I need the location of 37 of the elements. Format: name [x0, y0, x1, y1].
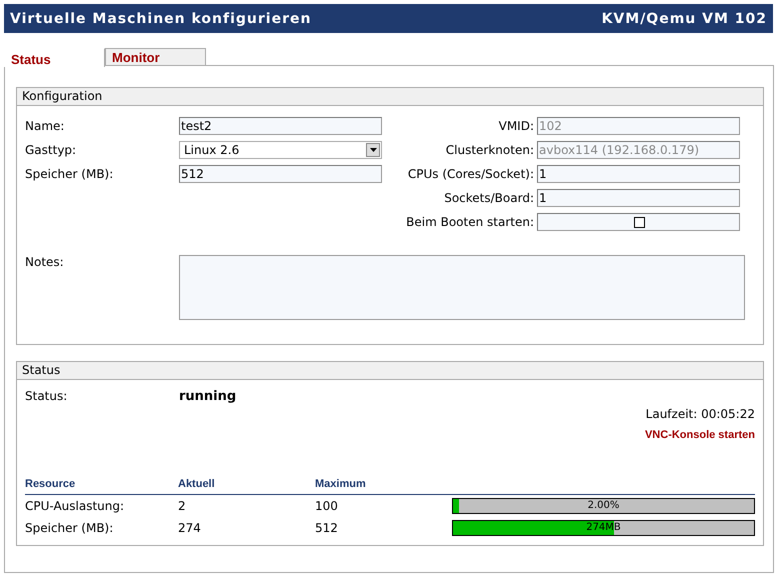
field-label: Sockets/Board: — [443, 191, 535, 205]
input-field[interactable]: 512 — [179, 165, 382, 183]
field-label: Beim Booten starten: — [405, 215, 535, 229]
window-title: Virtuelle Maschinen konfigurieren — [10, 10, 312, 26]
select-field[interactable]: Linux 2.6 — [179, 141, 382, 159]
table-cell: 100 — [315, 494, 452, 517]
vnc-link[interactable]: VNC-Konsole starten — [644, 429, 755, 441]
notes-field[interactable] — [179, 255, 745, 320]
input-field[interactable]: 1 — [537, 189, 740, 207]
dropdown-arrow-icon — [370, 148, 376, 152]
panel-header: Konfiguration — [17, 88, 763, 106]
bar-label: 2.00% — [588, 499, 620, 513]
uptime-text: Laufzeit: 00:05:22 — [646, 407, 755, 421]
status-value: running — [179, 389, 236, 404]
field-label: Speicher (MB): — [25, 167, 114, 181]
checkbox[interactable] — [634, 216, 644, 228]
table-cell: CPU-Auslastung: — [25, 494, 178, 517]
table-cell: 2 — [178, 494, 315, 517]
tab[interactable]: Monitor — [105, 48, 206, 65]
table-cell: 512 — [315, 517, 452, 539]
field-label: CPUs (Cores/Socket): — [406, 167, 535, 181]
vm-subtitle: KVM/Qemu VM 102 — [602, 10, 767, 26]
field-label: Gasttyp: — [25, 143, 78, 157]
field-label: Clusterknoten: — [444, 143, 535, 157]
column-header: Maximum — [315, 478, 452, 494]
column-header: Aktuell — [178, 478, 315, 494]
column-header: Resource — [25, 478, 178, 494]
field-label: Name: — [25, 119, 66, 133]
input-field[interactable]: 1 — [537, 165, 740, 183]
table-cell-text: 274 — [178, 520, 202, 537]
field-label: VMID: — [498, 119, 535, 133]
field-label: Status: — [25, 389, 68, 404]
panel-header: Status — [17, 362, 763, 380]
field-label: Notes: — [25, 255, 65, 269]
input-field[interactable]: test2 — [179, 117, 382, 135]
tab[interactable]: Status — [4, 48, 105, 67]
table-cell-text: Speicher (MB): — [25, 520, 114, 537]
